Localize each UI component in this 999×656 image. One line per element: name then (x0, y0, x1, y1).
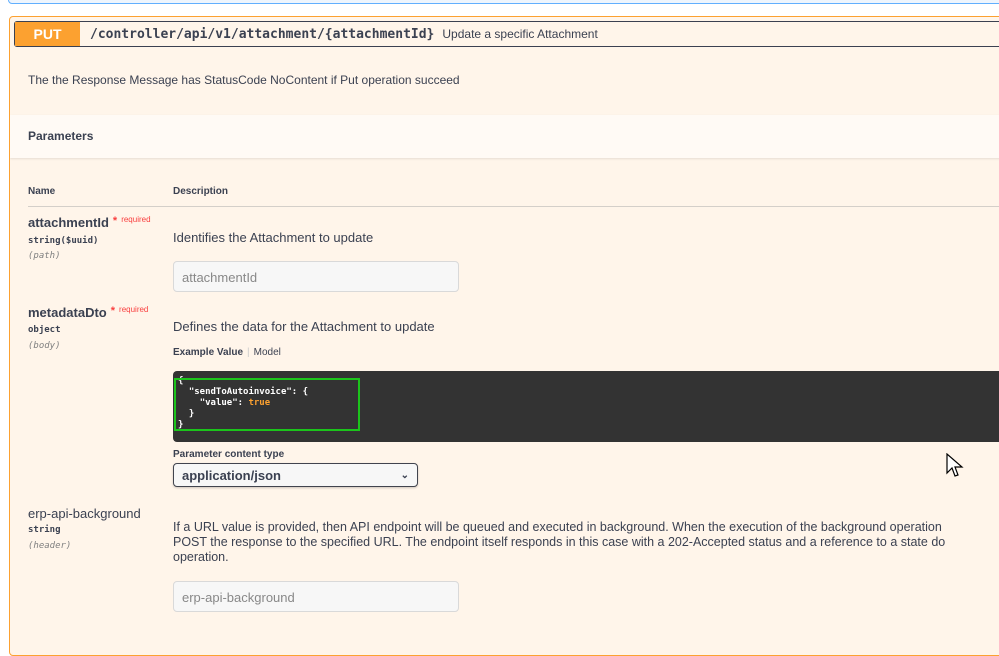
param-location: (path) (28, 251, 61, 261)
erp-api-background-input[interactable]: erp-api-background (173, 581, 459, 612)
column-description-header: Description (173, 186, 229, 197)
divider (28, 206, 999, 207)
example-tabs: Example Value | Model (173, 347, 281, 358)
operation-description: The the Response Message has StatusCode … (28, 73, 460, 87)
parameters-header: Parameters (10, 115, 999, 158)
param-type: object (28, 325, 61, 335)
param-location: (body) (28, 341, 61, 351)
param-description: Identifies the Attachment to update (173, 230, 374, 245)
param-description: If a URL value is provided, then API end… (173, 520, 946, 564)
content-type-label: Parameter content type (173, 449, 285, 460)
operation-summary-text: Update a specific Attachment (442, 27, 598, 41)
operation-path: /controller/api/v1/attachment/{attachmen… (90, 26, 435, 42)
param-type: string($uuid) (28, 236, 99, 246)
method-badge: PUT (15, 22, 80, 46)
mouse-cursor-icon (946, 453, 964, 477)
tab-model[interactable]: Model (254, 347, 281, 358)
operation-summary[interactable]: PUT /controller/api/v1/attachment/{attac… (14, 21, 999, 47)
param-location: (header) (28, 541, 72, 551)
param-type: string (28, 525, 61, 535)
param-name: erp-api-background (28, 506, 141, 521)
param-name: metadataDto * required (28, 305, 149, 320)
highlight-box (174, 378, 360, 431)
param-description: Defines the data for the Attachment to u… (173, 319, 435, 334)
attachmentid-input[interactable]: attachmentId (173, 261, 459, 292)
chevron-down-icon: ⌄ (400, 469, 409, 481)
content-type-select[interactable]: application/json ⌄ (173, 463, 418, 487)
put-operation-block: PUT /controller/api/v1/attachment/{attac… (9, 16, 999, 656)
column-name-header: Name (28, 186, 56, 197)
tab-example-value[interactable]: Example Value (173, 347, 243, 358)
param-name: attachmentId * required (28, 215, 151, 230)
previous-operation-block (8, 0, 999, 4)
